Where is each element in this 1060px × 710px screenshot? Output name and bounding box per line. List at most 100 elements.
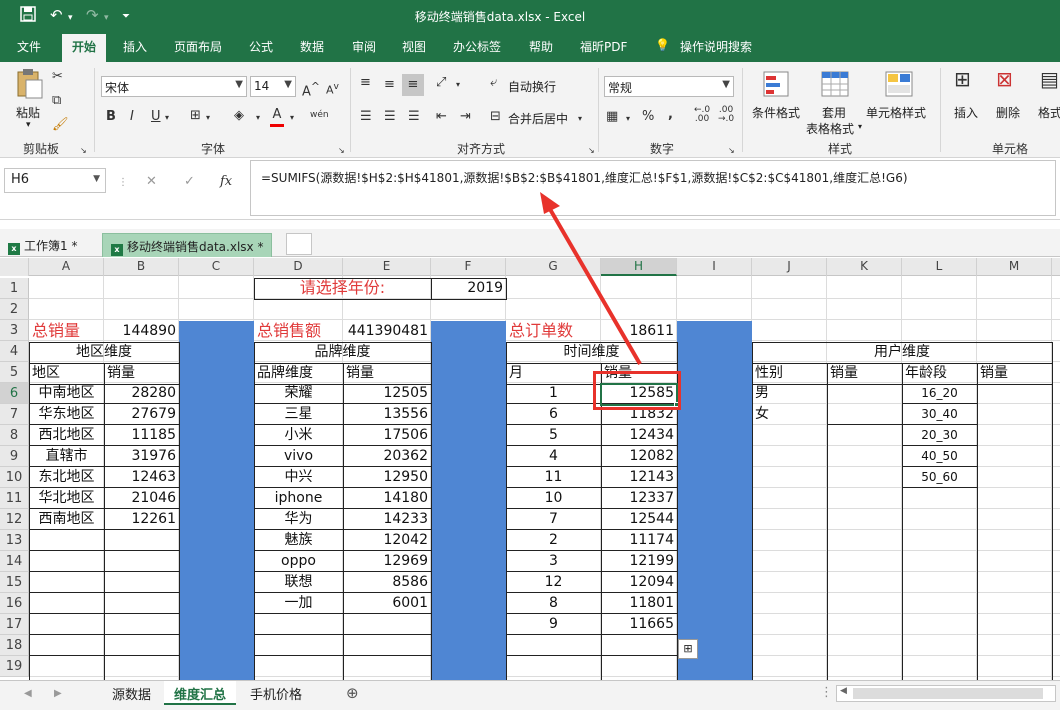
sheet-tab-price[interactable]: 手机价格 [240,681,312,705]
month-cell[interactable]: 7 [506,509,601,530]
font-color-dropdown-icon[interactable]: ▾ [290,109,294,127]
year-prompt-cell[interactable]: 请选择年份: [254,278,431,299]
row-header-6[interactable]: 6 [0,383,29,404]
tab-home[interactable]: 开始 [62,34,107,62]
accounting-format-icon[interactable]: ▦ [606,108,618,126]
row-header-4[interactable]: 4 [0,341,29,362]
font-color-button[interactable]: A [270,106,284,127]
row-header-18[interactable]: 18 [0,635,29,656]
region-sales-cell[interactable]: 12463 [104,467,179,488]
brand-sales-cell[interactable]: 12950 [343,467,431,488]
sheet-tab-source[interactable]: 源数据 [102,681,161,705]
user-header[interactable]: 用户维度 [752,342,1052,363]
column-header-e[interactable]: E [343,258,431,276]
align-top-icon[interactable]: ≡ [360,74,371,92]
brand-name-cell[interactable]: 华为 [254,509,343,530]
month-cell[interactable]: 11 [506,467,601,488]
region-name-cell[interactable]: 东北地区 [29,467,104,488]
cancel-icon[interactable]: ✕ [146,173,157,191]
column-header-h[interactable]: H [601,258,677,276]
scroll-next-sheet-icon[interactable]: ▶ [54,685,62,703]
brand-sales-cell[interactable]: 6001 [343,593,431,614]
age-sales-col-header[interactable]: 销量 [977,363,1052,384]
month-cell[interactable]: 12 [506,572,601,593]
brand-name-cell[interactable]: 中兴 [254,467,343,488]
month-sales-cell[interactable]: 12337 [601,488,677,509]
region-sales-cell[interactable]: 12261 [104,509,179,530]
column-header-f[interactable]: F [431,258,506,276]
name-box[interactable]: H6 ▼ [4,168,106,193]
percent-button[interactable]: % [642,108,654,126]
brand-sales-cell[interactable]: 12042 [343,530,431,551]
month-cell[interactable]: 6 [506,404,601,425]
row-header-1[interactable]: 1 [0,278,29,299]
add-sheet-icon[interactable]: ⊕ [346,684,359,702]
column-header-i[interactable]: I [677,258,752,276]
age-col-header[interactable]: 年龄段 [902,363,977,384]
brand-name-cell[interactable]: 魅族 [254,530,343,551]
borders-dropdown-icon[interactable]: ▾ [206,109,210,127]
month-col-header[interactable]: 月 [506,363,601,384]
month-sales-cell[interactable]: 12082 [601,446,677,467]
region-sales-cell[interactable]: 21046 [104,488,179,509]
month-cell[interactable]: 8 [506,593,601,614]
month-sales-cell[interactable]: 11801 [601,593,677,614]
row-header-12[interactable]: 12 [0,509,29,530]
copy-icon[interactable]: ⧉ [52,92,61,110]
total-orders-label[interactable]: 总订单数 [506,321,601,342]
gender-col-header[interactable]: 性别 [752,363,827,384]
enter-icon[interactable]: ✓ [184,173,195,191]
column-header-c[interactable]: C [179,258,254,276]
brand-sales-cell[interactable]: 14233 [343,509,431,530]
month-cell[interactable]: 2 [506,530,601,551]
tab-foxit-pdf[interactable]: 福昕PDF [580,38,627,55]
month-sales-cell[interactable]: 12094 [601,572,677,593]
brand-sales-col-header[interactable]: 销量 [343,363,431,384]
workbook-tab-1[interactable]: x 工作簿1 * [0,233,85,257]
merge-dropdown-icon[interactable]: ▾ [578,110,582,128]
age-range-cell[interactable]: 20_30 [902,425,977,446]
phonetic-guide-button[interactable]: wén [310,106,329,124]
row-header-19[interactable]: 19 [0,656,29,677]
region-header[interactable]: 地区维度 [29,342,179,363]
region-sales-cell[interactable]: 11185 [104,425,179,446]
brand-sales-cell[interactable]: 17506 [343,425,431,446]
column-header-g[interactable]: G [506,258,601,276]
month-cell[interactable]: 3 [506,551,601,572]
gender-cell[interactable]: 男 [752,383,827,404]
format-cells-icon[interactable]: ▤ [1040,69,1059,89]
month-sales-cell[interactable]: 12544 [601,509,677,530]
column-header-d[interactable]: D [254,258,343,276]
month-cell[interactable]: 9 [506,614,601,635]
total-orders-value[interactable]: 18611 [601,321,677,342]
row-header-9[interactable]: 9 [0,446,29,467]
row-header-7[interactable]: 7 [0,404,29,425]
age-range-cell[interactable]: 30_40 [902,404,977,425]
brand-header[interactable]: 品牌维度 [254,342,431,363]
accounting-dropdown-icon[interactable]: ▾ [626,110,630,128]
fill-color-icon[interactable]: ◈ [234,107,244,125]
brand-sales-cell[interactable]: 12505 [343,383,431,404]
month-cell[interactable]: 4 [506,446,601,467]
total-amount-value[interactable]: 441390481 [343,321,431,342]
cell-styles-button[interactable]: 单元格样式 [866,104,926,121]
insert-cells-icon[interactable]: ⊞ [954,69,971,89]
row-header-10[interactable]: 10 [0,467,29,488]
age-range-cell[interactable]: 50_60 [902,467,977,488]
row-header-15[interactable]: 15 [0,572,29,593]
scroll-left-icon[interactable]: ◀ [840,686,847,696]
row-header-8[interactable]: 8 [0,425,29,446]
brand-sales-cell[interactable]: 20362 [343,446,431,467]
format-cells-button[interactable]: 格式 [1038,104,1060,121]
month-cell[interactable]: 10 [506,488,601,509]
fill-color-dropdown-icon[interactable]: ▾ [256,109,260,127]
month-sales-cell[interactable]: 12199 [601,551,677,572]
paste-button[interactable]: 粘贴 [16,104,40,121]
brand-name-cell[interactable]: 一加 [254,593,343,614]
tab-formulas[interactable]: 公式 [249,38,273,55]
total-amount-label[interactable]: 总销售额 [254,321,343,342]
italic-button[interactable]: I [130,108,134,126]
wrap-text-button[interactable]: 自动换行 [508,78,556,95]
brand-sales-cell[interactable]: 14180 [343,488,431,509]
borders-icon[interactable]: ⊞ [190,107,201,125]
